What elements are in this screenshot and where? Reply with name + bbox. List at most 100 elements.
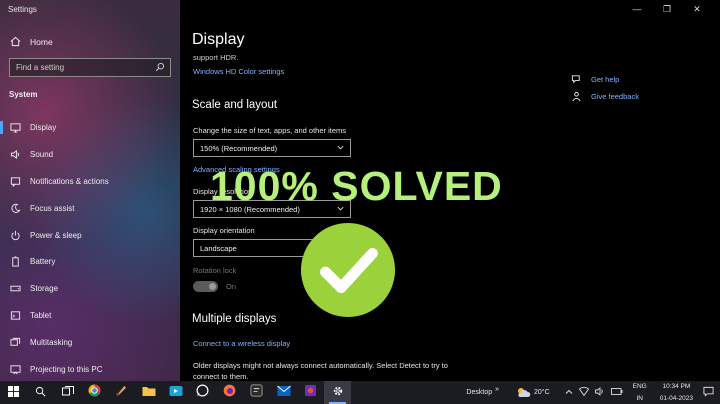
sidebar-item-notifications[interactable]: Notifications & actions <box>0 168 180 195</box>
language-region: IN <box>636 395 643 402</box>
chevron-down-icon <box>336 143 345 154</box>
moon-icon <box>10 203 21 214</box>
recorder-icon <box>304 384 317 402</box>
hdr-support-text: support HDR. <box>193 53 239 62</box>
give-feedback-link[interactable]: Give feedback <box>571 91 639 102</box>
hdr-color-settings-link[interactable]: Windows HD Color settings <box>193 67 284 76</box>
chat-help-icon <box>571 74 582 85</box>
start-button[interactable] <box>0 381 27 404</box>
language-indicator[interactable]: ENG IN <box>628 382 652 403</box>
taskbar-app-firefox[interactable] <box>216 381 243 404</box>
green-checkmark-icon <box>300 222 396 318</box>
sidebar-item-label: Focus assist <box>30 203 75 213</box>
power-icon <box>10 230 21 241</box>
sidebar-item-home[interactable]: Home <box>10 36 53 47</box>
battery-icon <box>10 256 21 267</box>
home-icon <box>10 36 21 47</box>
sidebar-item-tablet[interactable]: Tablet <box>0 302 180 329</box>
folder-icon <box>142 384 156 402</box>
search-input[interactable]: Find a setting <box>9 58 171 77</box>
sidebar-item-label: Power & sleep <box>30 230 82 240</box>
give-feedback-label: Give feedback <box>591 92 639 101</box>
taskbar-app-paint[interactable] <box>108 381 135 404</box>
feedback-person-icon <box>571 91 582 102</box>
storage-icon <box>10 283 21 294</box>
settings-sidebar: Settings Home Find a setting System Disp… <box>0 0 180 381</box>
taskbar-app-settings[interactable] <box>324 381 351 404</box>
sidebar-item-label: Sound <box>30 149 54 159</box>
sidebar-item-sound[interactable]: Sound <box>0 141 180 168</box>
windows-logo-icon <box>8 384 19 402</box>
sidebar-section-system: System <box>9 90 38 99</box>
get-help-label: Get help <box>591 75 620 84</box>
sidebar-item-multitasking[interactable]: Multitasking <box>0 329 180 356</box>
taskbar-app-sticky[interactable] <box>243 381 270 404</box>
taskbar-app-recorder[interactable] <box>297 381 324 404</box>
orientation-label: Display orientation <box>193 226 255 235</box>
weather-widget[interactable]: 20°C <box>504 386 555 400</box>
sidebar-item-label: Display <box>30 122 57 132</box>
toggle-track <box>193 281 218 292</box>
monitor-icon <box>10 122 21 133</box>
task-view-icon <box>61 384 74 402</box>
multitasking-icon <box>10 337 21 348</box>
taskbar-app-video-editor[interactable] <box>162 381 189 404</box>
rotation-lock-label: Rotation lock <box>193 266 237 275</box>
taskbar-app-whatsapp[interactable] <box>189 381 216 404</box>
get-help-link[interactable]: Get help <box>571 74 619 85</box>
speaker-icon <box>10 149 21 160</box>
sidebar-item-power-sleep[interactable]: Power & sleep <box>0 222 180 249</box>
scale-dropdown[interactable]: 150% (Recommended) <box>193 139 351 157</box>
projector-icon <box>10 364 21 375</box>
show-hidden-icons-chevron-icon[interactable] <box>565 388 573 398</box>
sidebar-item-label: Battery <box>30 257 56 267</box>
notification-center-icon <box>703 386 714 399</box>
mail-icon <box>276 384 291 402</box>
sidebar-item-battery[interactable]: Battery <box>0 248 180 275</box>
sidebar-item-display[interactable]: Display <box>0 114 180 141</box>
system-tray: Desktop » 20°C ENG IN 10:34 PM 01-04-202… <box>461 381 720 404</box>
sidebar-item-focus-assist[interactable]: Focus assist <box>0 195 180 222</box>
tablet-icon <box>10 310 21 321</box>
volume-icon[interactable] <box>594 387 605 398</box>
chrome-icon <box>88 383 101 402</box>
wireless-display-link[interactable]: Connect to a wireless display <box>193 339 290 348</box>
video-editor-icon <box>169 384 183 402</box>
sidebar-nav: Display Sound Notifications & actions Fo… <box>0 114 180 383</box>
clock[interactable]: 10:34 PM 01-04-2023 <box>652 382 701 403</box>
sidebar-item-label: Multitasking <box>30 338 73 348</box>
notification-icon <box>10 176 21 187</box>
sidebar-item-label: Notifications & actions <box>30 176 109 186</box>
network-icon[interactable] <box>578 386 589 398</box>
search-placeholder: Find a setting <box>16 63 65 72</box>
paint-icon <box>115 384 128 402</box>
desktop-toolbar[interactable]: Desktop » <box>461 386 504 396</box>
sidebar-item-label: Projecting to this PC <box>30 364 103 374</box>
sidebar-item-label: Storage <box>30 284 59 294</box>
sidebar-item-projecting[interactable]: Projecting to this PC <box>0 356 180 383</box>
scale-label: Change the size of text, apps, and other… <box>193 126 347 135</box>
language-code: ENG <box>632 383 647 390</box>
battery-tray-icon[interactable] <box>610 388 623 397</box>
detect-description: Older displays might not always connect … <box>193 361 448 381</box>
taskbar-app-explorer[interactable] <box>135 381 162 404</box>
task-view-button[interactable] <box>54 381 81 404</box>
page-title: Display <box>192 31 245 48</box>
scale-value: 150% (Recommended) <box>200 144 278 153</box>
gear-icon <box>332 384 344 402</box>
taskbar-app-mail[interactable] <box>270 381 297 404</box>
sidebar-item-label: Home <box>30 36 53 47</box>
solved-overlay-text: 100% SOLVED <box>210 163 503 209</box>
search-icon[interactable] <box>155 62 165 74</box>
sidebar-item-storage[interactable]: Storage <box>0 275 180 302</box>
window-title: Settings <box>8 5 37 14</box>
taskbar-app-chrome[interactable] <box>81 381 108 404</box>
clock-time: 10:34 PM <box>662 383 691 390</box>
rotation-lock-state: On <box>226 282 237 291</box>
taskbar-search-button[interactable] <box>27 381 54 404</box>
notification-center-button[interactable] <box>701 386 720 399</box>
clock-date: 01-04-2023 <box>659 395 693 402</box>
firefox-icon <box>223 384 236 402</box>
rotation-lock-toggle[interactable]: On <box>193 281 236 292</box>
whatsapp-icon <box>196 384 209 402</box>
